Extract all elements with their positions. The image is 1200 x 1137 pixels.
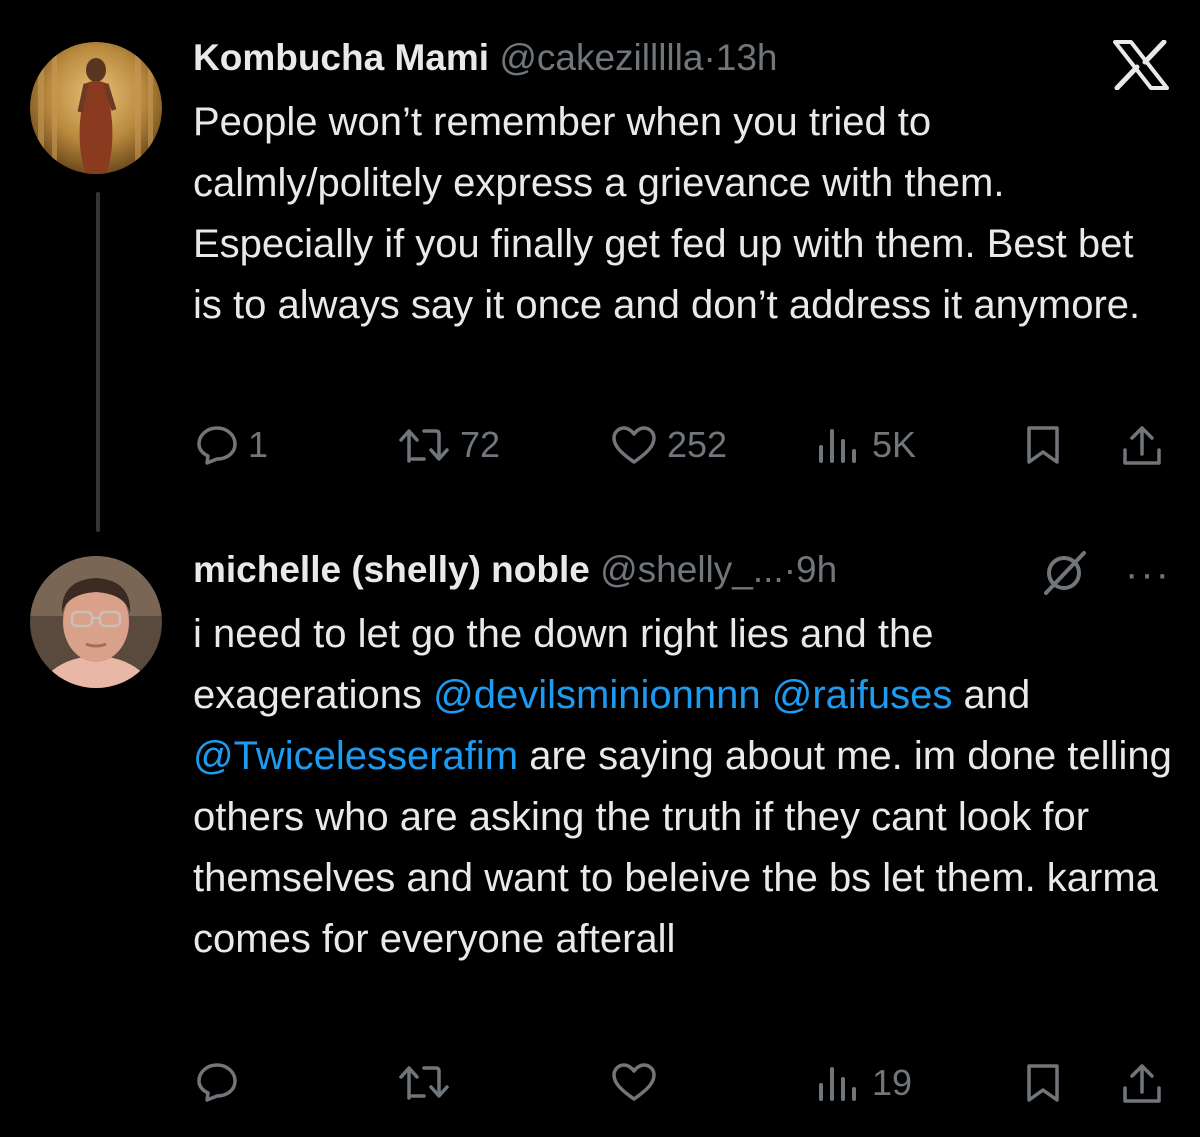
heart-icon [612,426,656,464]
bookmark-icon [1027,426,1059,464]
repost-icon [399,1066,449,1100]
views-icon [819,1067,856,1101]
bookmark-button[interactable] [1024,424,1062,466]
timestamp[interactable]: 9h [796,549,837,590]
avatar[interactable] [30,42,162,174]
share-button[interactable] [1119,424,1165,468]
thread-connector-line [96,192,100,532]
author-name[interactable]: Kombucha Mami [193,37,489,78]
like-count: 252 [667,424,728,465]
reply-icon [197,1063,237,1102]
separator-dot: · [703,37,716,78]
avatar-image [30,556,162,688]
x-logo-icon [1113,39,1169,91]
reply-icon [197,426,237,465]
reply-button[interactable]: 1 [196,424,268,466]
avatar[interactable] [30,556,162,688]
avatar-image [30,42,162,174]
timestamp[interactable]: 13h [716,37,778,78]
reply-count: 1 [248,424,269,465]
heart-icon [612,1063,656,1101]
views-count: 5K [872,424,917,465]
mention-link[interactable]: @Twicelesserafim [193,734,518,778]
tweet-text-part [761,673,772,717]
share-button[interactable] [1119,1062,1165,1106]
tweet-text-part: and [952,673,1031,717]
repost-count: 72 [460,424,501,465]
mention-link[interactable]: @devilsminionnnn [433,673,760,717]
mention-link[interactable]: @raifuses [772,673,953,717]
like-button[interactable]: 252 [611,424,727,466]
author-handle[interactable]: @shelly_... [600,549,784,590]
tweet-text: People won’t remember when you tried to … [193,100,1141,327]
views-button[interactable]: 5K [816,424,916,466]
author-name[interactable]: michelle (shelly) noble [193,549,590,590]
reply-button[interactable] [196,1062,238,1102]
bookmark-icon [1027,1064,1059,1102]
views-button[interactable]: 19 [816,1062,912,1104]
more-options-button[interactable]: ··· [1125,552,1171,597]
tweet-header: michelle (shelly) noble @shelly_...·9h [193,548,837,592]
repost-icon [399,429,449,463]
views-count: 19 [872,1062,913,1103]
grok-icon[interactable] [1040,549,1088,602]
share-icon [1123,426,1161,465]
author-handle[interactable]: @cakezillllla [499,37,703,78]
tweet-header: Kombucha Mami @cakezillllla·13h [193,36,778,80]
repost-button[interactable] [398,1062,450,1102]
like-button[interactable] [611,1062,657,1102]
bookmark-button[interactable] [1024,1062,1062,1104]
repost-button[interactable]: 72 [398,424,500,466]
views-icon [819,429,856,463]
tweet-text: i need to let go the down right lies and… [193,604,1173,970]
share-icon [1123,1064,1161,1103]
separator-dot: · [783,549,797,590]
